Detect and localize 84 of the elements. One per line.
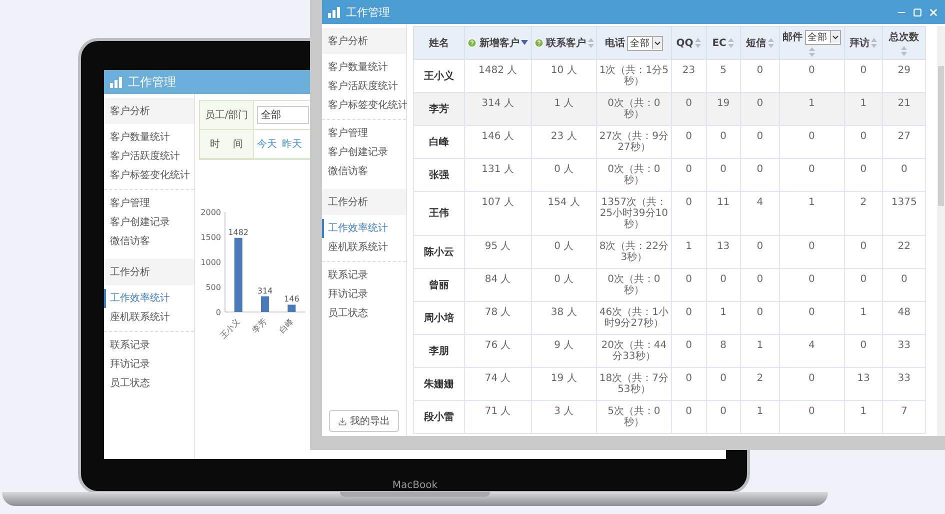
sidebar-item[interactable]: 员工状态 <box>322 304 406 323</box>
table-cell: 5次（共：0秒） <box>596 400 672 434</box>
axis-tick-label: 2000 <box>200 208 221 217</box>
filter-select[interactable]: 全部 <box>804 30 841 44</box>
scrollbar[interactable] <box>937 26 945 436</box>
maximize-icon[interactable] <box>913 8 922 16</box>
table-cell: 1 <box>740 400 780 434</box>
chevron-down-icon[interactable] <box>652 37 662 49</box>
help-icon[interactable] <box>467 38 478 48</box>
filter-select[interactable]: 全部 <box>257 106 309 124</box>
filter-select[interactable]: 全部 <box>626 36 663 50</box>
category-label: 白峰 <box>277 317 296 335</box>
table-cell: 0 <box>706 400 741 434</box>
sidebar-item[interactable]: 客户活跃度统计 <box>104 147 194 166</box>
column-header[interactable]: QQ <box>672 26 706 60</box>
sidebar-item[interactable]: 微信访客 <box>104 232 194 251</box>
sidebar-item[interactable]: 客户创建记录 <box>322 143 406 162</box>
sort-icon[interactable] <box>728 38 734 48</box>
laptop-brand-label: MacBook <box>392 480 438 491</box>
sidebar-item[interactable]: 客户数量统计 <box>104 128 194 147</box>
sidebar-item[interactable]: 联系记录 <box>322 266 406 285</box>
sidebar-item[interactable]: 客户标签变化统计 <box>322 96 406 115</box>
sort-icon[interactable] <box>588 38 594 48</box>
sidebar-item[interactable]: 员工状态 <box>104 374 194 393</box>
sidebar-heading: 工作分析 <box>104 259 194 285</box>
category-label: 李芳 <box>250 317 268 335</box>
sort-descending-icon[interactable] <box>521 40 528 45</box>
table-cell: 1 <box>844 400 883 434</box>
sidebar-item[interactable]: 联系记录 <box>104 336 194 355</box>
sidebar-item[interactable]: 拜访记录 <box>322 285 406 304</box>
axis-tick-label: 0 <box>216 308 221 317</box>
table-cell: 0 <box>779 400 844 434</box>
date-link[interactable]: 昨天 <box>282 137 302 151</box>
sidebar-item[interactable]: 客户创建记录 <box>104 213 194 232</box>
column-header[interactable]: 姓名 <box>414 26 464 60</box>
sidebar-item[interactable]: 座机联系统计 <box>104 308 194 327</box>
sidebar-item[interactable]: 座机联系统计 <box>322 238 406 257</box>
column-header[interactable]: 总次数 <box>882 26 926 60</box>
chart-bar <box>261 296 269 312</box>
sort-icon[interactable] <box>768 38 774 48</box>
table-cell: 71 人 <box>464 400 532 434</box>
close-icon[interactable] <box>928 6 939 18</box>
sidebar-item[interactable]: 拜访记录 <box>104 355 194 374</box>
chart-bar <box>288 304 296 312</box>
column-header[interactable]: 电话 全部 <box>596 26 672 60</box>
axis-tick-label: 500 <box>206 283 221 292</box>
sort-icon[interactable] <box>695 38 702 48</box>
axis-tick-label: 1500 <box>200 233 221 242</box>
sidebar-item[interactable]: 微信访客 <box>322 162 406 181</box>
table-cell: 0 <box>672 400 706 434</box>
download-icon <box>338 416 347 426</box>
bar-value-label: 146 <box>284 294 300 304</box>
axis-tick-label: 1000 <box>200 258 221 267</box>
category-label: 王小义 <box>218 317 242 340</box>
chevron-down-icon[interactable] <box>830 31 840 43</box>
column-header[interactable]: 短信 <box>740 26 780 60</box>
column-header[interactable]: 新增客户 <box>464 26 532 60</box>
sort-icon[interactable] <box>901 46 908 56</box>
sidebar-heading: 工作分析 <box>322 189 406 215</box>
column-header[interactable]: 邮件 全部 <box>779 26 844 60</box>
column-header[interactable]: 拜访 <box>844 26 883 60</box>
help-icon[interactable] <box>534 38 544 48</box>
export-button[interactable]: 我的导出 <box>329 410 399 432</box>
table-cell: 7 <box>882 400 926 434</box>
column-header[interactable]: EC <box>706 26 741 60</box>
bar-chart-icon <box>328 6 340 18</box>
app-title: 工作管理 <box>128 74 176 90</box>
sort-icon[interactable] <box>871 38 878 48</box>
bar-chart-icon <box>110 76 122 88</box>
bar-value-label: 1482 <box>228 228 249 237</box>
sidebar-item[interactable]: 客户标签变化统计 <box>104 166 194 185</box>
column-header[interactable]: 联系客户 <box>531 26 596 60</box>
sort-icon[interactable] <box>808 46 815 56</box>
window-title: 工作管理 <box>346 4 390 20</box>
table-cell: 3 人 <box>531 400 596 434</box>
bar-value-label: 314 <box>257 286 273 296</box>
sidebar-item[interactable]: 客户管理 <box>322 124 406 143</box>
sidebar-heading: 客户分析 <box>104 98 194 124</box>
sidebar-item[interactable]: 客户活跃度统计 <box>322 77 406 96</box>
sidebar-item[interactable]: 客户数量统计 <box>322 58 406 77</box>
sidebar-item[interactable]: 客户管理 <box>104 194 194 213</box>
sidebar-heading: 客户分析 <box>322 28 406 54</box>
date-link[interactable]: 今天 <box>257 137 277 151</box>
name-cell: 段小雷 <box>414 400 464 434</box>
